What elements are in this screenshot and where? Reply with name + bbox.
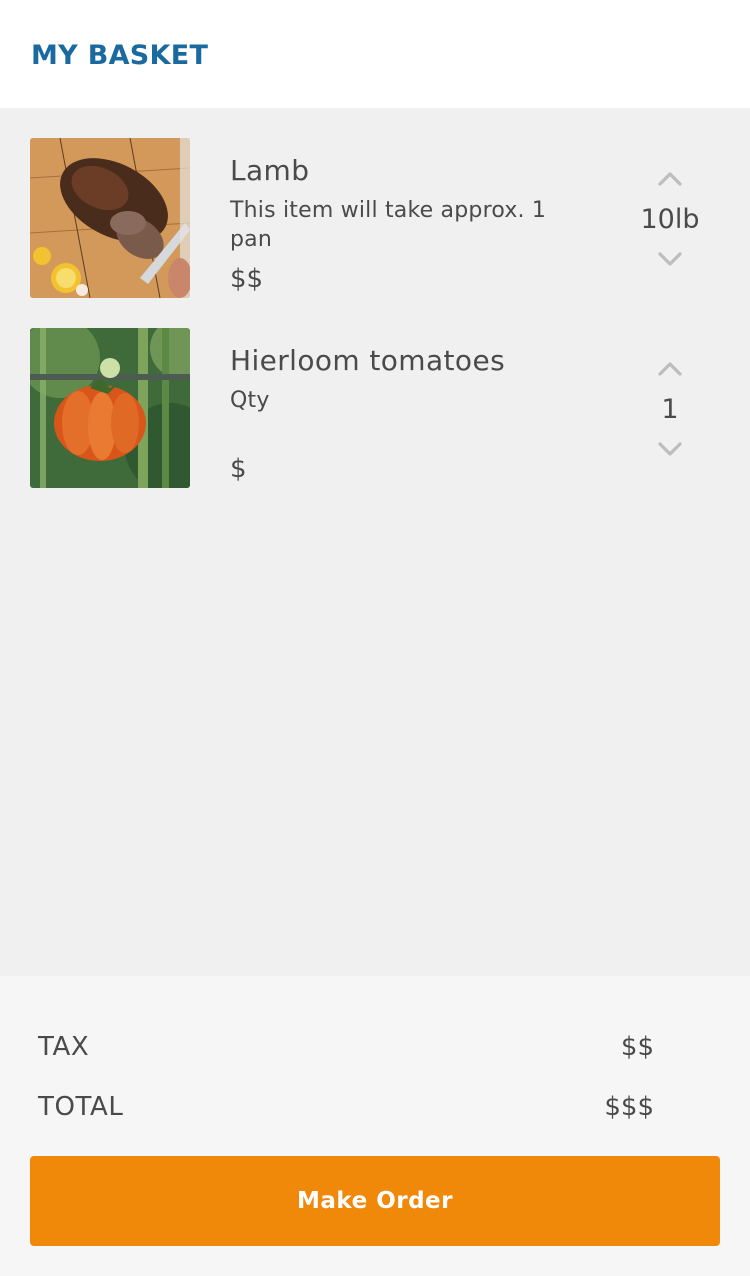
lamb-photo (30, 138, 190, 298)
quantity-value: 10lb (640, 204, 700, 235)
basket-list: Lamb This item will take approx. 1 pan $… (0, 108, 750, 976)
item-name: Hierloom tomatoes (230, 344, 506, 377)
item-price: $ (230, 454, 247, 484)
chevron-up-icon[interactable] (654, 166, 686, 192)
item-description: Qty (230, 388, 270, 413)
tax-label: TAX (38, 1032, 90, 1062)
tax-value: $$ (620, 1032, 654, 1062)
basket-item-lamb[interactable]: Lamb This item will take approx. 1 pan $… (0, 138, 750, 300)
header: MY BASKET (0, 0, 750, 108)
total-label: TOTAL (38, 1092, 124, 1122)
total-value: $$$ (604, 1092, 654, 1122)
tomato-photo (30, 328, 190, 488)
basket-screen: MY BASKET Lamb This item will take appro… (0, 0, 750, 1276)
quantity-stepper: 1 (610, 352, 730, 462)
make-order-button[interactable]: Make Order (30, 1156, 720, 1246)
quantity-value: 1 (661, 394, 679, 425)
chevron-up-icon[interactable] (654, 356, 686, 382)
page-title: MY BASKET (31, 40, 209, 71)
item-description: This item will take approx. 1 pan (230, 198, 547, 252)
item-name: Lamb (230, 154, 310, 187)
chevron-down-icon[interactable] (654, 246, 686, 272)
chevron-down-icon[interactable] (654, 436, 686, 462)
basket-item-tomatoes[interactable]: Hierloom tomatoes Qty $ 1 (0, 328, 750, 490)
order-summary: TAX $$ TOTAL $$$ Make Order (0, 976, 750, 1276)
quantity-stepper: 10lb (610, 162, 730, 272)
item-price: $$ (230, 264, 264, 294)
